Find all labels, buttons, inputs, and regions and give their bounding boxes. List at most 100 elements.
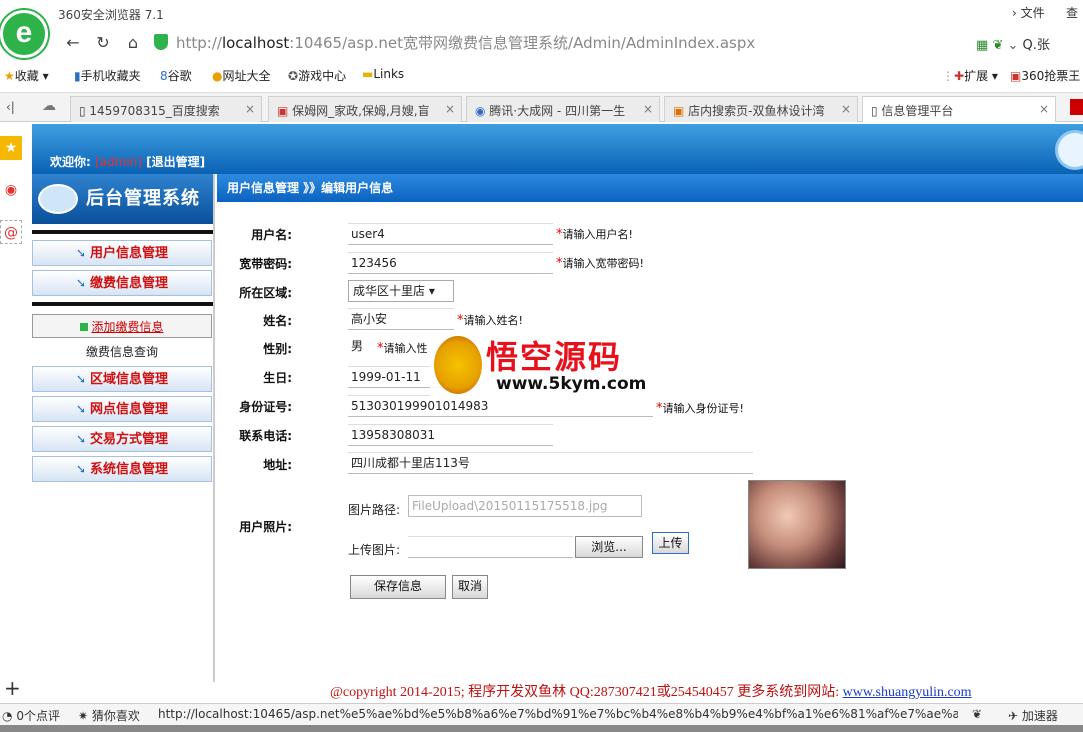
close-icon[interactable]: × [841,102,851,116]
gender-field[interactable]: 男 [348,336,374,358]
search-box[interactable]: Q.张 [1023,38,1050,53]
divider [32,302,213,306]
welcome-text: 欢迎你: [admin] [退出管理] [50,155,206,169]
submenu-fee-query[interactable]: 缴费信息查询 [32,340,212,364]
tab-baidu[interactable]: ▯ 1459708315_百度搜索 × [70,96,262,122]
browse-button[interactable]: 浏览... [575,536,643,558]
menu-site-mgmt[interactable]: ➘ 网点信息管理 [32,396,212,422]
menu-view[interactable]: 查 [1066,4,1078,21]
site-icon: ◉ [475,104,490,118]
tab-admin-platform[interactable]: ▯ 信息管理平台 × [862,96,1056,122]
menu-trade-mgmt[interactable]: ➘ 交易方式管理 [32,426,212,452]
phone-field[interactable]: 13958308031 [348,424,553,446]
guess-status[interactable]: ✷ 猜你喜欢 [78,707,140,724]
close-icon[interactable]: × [245,102,255,116]
weibo-icon[interactable]: ◉ [0,178,22,202]
bullet-icon [80,323,89,331]
extensions-menu[interactable]: ⋮✚扩展 ▾ [942,67,998,84]
leaf-status-icon[interactable]: ❦ [972,707,982,721]
reviews-status[interactable]: ◔ 0个点评 [2,707,60,724]
sparkle-icon: ✷ [78,709,89,723]
mail-icon[interactable]: @ [0,220,22,244]
refresh-icon[interactable]: ↻ [92,32,114,54]
mascot-icon [38,184,78,214]
menu-area-mgmt[interactable]: ➘ 区域信息管理 [32,366,212,392]
home-icon[interactable]: ⌂ [122,32,144,54]
tab-overflow-icon[interactable] [1070,99,1083,115]
menu-arrow-icon: ➘ [75,246,87,260]
name-label: 姓名: [263,314,292,328]
menu-system-mgmt[interactable]: ➘ 系统信息管理 [32,456,212,482]
menu-user-mgmt[interactable]: ➘ 用户信息管理 [32,240,212,266]
phone-label: 联系电话: [239,429,292,443]
address-bar[interactable]: http://localhost:10465/asp.net宽带网缴费信息管理系… [176,31,996,55]
menu-file[interactable]: › 文件 [1012,4,1045,21]
ticket-icon: ▣ [1010,69,1022,83]
browser-logo-icon[interactable]: e [0,10,48,58]
monkey-mascot-icon [434,336,482,394]
admin-username: [admin] [95,155,142,169]
sites-icon: ● [212,69,223,83]
bookmark-mobile[interactable]: ▮手机收藏夹 [74,67,141,84]
chevron-down-icon[interactable]: ⌄ [1007,38,1018,53]
copyright-text: @copyright 2014-2015; 程序开发双鱼林 QQ:2873074… [330,685,972,700]
bookmark-tickets[interactable]: ▣360抢票王 [1010,67,1080,84]
bookmark-links[interactable]: ▬Links [362,67,404,81]
menu-arrow-icon: ➘ [75,462,87,476]
tab-scroll-left-icon[interactable]: ‹| [6,100,15,114]
name-field[interactable]: 高小安 [348,308,454,330]
bookmark-games[interactable]: ✪游戏中心 [288,67,346,84]
upload-button[interactable]: 上传 [652,532,689,554]
idcard-hint: *请输入身份证号! [656,401,744,416]
website-link[interactable]: www.shuangyulin.com [843,685,972,700]
tab-tencent[interactable]: ◉ 腾讯·大成网 - 四川第一生 × [466,96,660,122]
status-bar: ◔ 0个点评 ✷ 猜你喜欢 http://localhost:10465/asp… [0,703,1083,725]
menu-arrow-icon: ➘ [75,276,87,290]
menu-arrow-icon: ➘ [75,432,87,446]
submenu-add-fee[interactable]: 添加缴费信息 [32,314,212,338]
breadcrumb: 用户信息管理 》》编辑用户信息 [217,174,1083,202]
leaf-icon[interactable]: ❦ [992,38,1003,53]
tab-baomu[interactable]: ▣ 保姆网_家政,保姆,月嫂,盲 × [268,96,462,122]
bookmark-favorites[interactable]: ★收藏 ▾ [4,67,49,84]
comment-icon: ◔ [2,709,13,723]
logout-link[interactable]: [退出管理] [146,155,205,169]
upload-file-input[interactable] [408,536,573,558]
page-icon: ▯ [871,104,882,118]
photo-path-label: 图片路径: [348,503,401,517]
birthday-label: 生日: [263,371,292,385]
save-button[interactable]: 保存信息 [350,575,446,599]
close-icon[interactable]: × [643,102,653,116]
watermark: 悟空源码 www.5kym.com [430,330,655,400]
back-icon[interactable]: ← [62,32,84,54]
area-select[interactable]: 成华区十里店 ▾ [348,280,454,302]
bookmark-sites[interactable]: ●网址大全 [212,67,271,84]
password-field[interactable]: 123456 [348,252,553,274]
favorites-star-icon[interactable]: ★ [0,136,22,160]
folder-icon: ▬ [362,67,374,81]
address-field[interactable]: 四川成都十里店113号 [348,452,753,474]
username-label: 用户名: [251,228,292,242]
menu-title: 后台管理系统 [32,174,213,224]
star-icon: ★ [4,69,15,83]
user-photo [748,480,846,569]
tab-store-search[interactable]: ▣ 店内搜索页-双鱼林设计湾 × [664,96,858,122]
username-field[interactable]: user4 [348,223,553,245]
security-shield-icon [154,34,168,50]
dropdown-arrow-icon: ▾ [428,284,435,298]
add-icon[interactable]: + [4,676,21,700]
photo-path-field: FileUpload\20150115175518.jpg [408,495,642,517]
accelerator-button[interactable]: ✈ 加速器 [1008,707,1058,724]
cancel-button[interactable]: 取消 [452,575,488,599]
bookmark-google[interactable]: 8谷歌 [160,67,192,84]
taskbar [0,725,1083,732]
close-icon[interactable]: × [1039,102,1049,116]
area-label: 所在区域: [239,286,292,300]
menu-fee-mgmt[interactable]: ➘ 缴费信息管理 [32,270,212,296]
menu-arrow-icon: ➘ [75,402,87,416]
close-icon[interactable]: × [445,102,455,116]
qr-icon[interactable]: ▦ [976,38,988,53]
divider [32,230,213,234]
gender-label: 性别: [263,342,292,356]
cloud-icon[interactable]: ☁ [42,98,56,114]
